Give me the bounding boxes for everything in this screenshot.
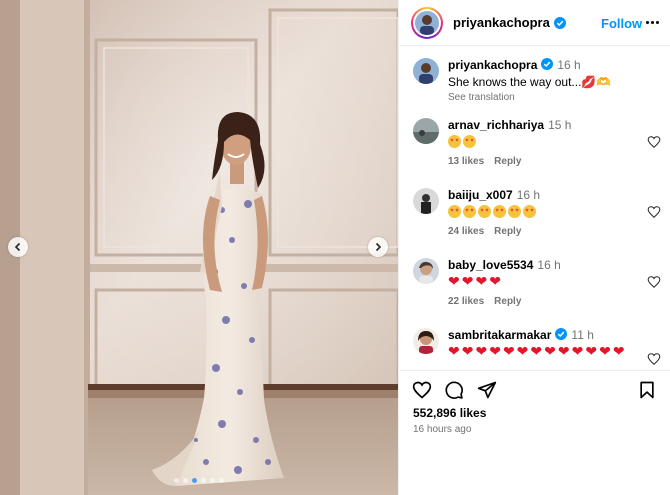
reply-button[interactable]: Reply — [494, 156, 521, 167]
heart-icon[interactable] — [647, 205, 661, 219]
post-timestamp: 16 hours ago — [413, 424, 472, 435]
comment-text: ❤ ❤ ❤ ❤ — [448, 274, 653, 290]
post-actions: 552,896 likes 16 hours ago — [399, 370, 670, 495]
author-username[interactable]: priyankachopra — [453, 15, 550, 30]
carousel-dot — [183, 478, 188, 483]
carousel-next-button[interactable] — [368, 237, 388, 257]
carousel-dot — [210, 478, 215, 483]
post-photo[interactable] — [0, 0, 398, 495]
follow-button[interactable]: Follow — [601, 16, 642, 31]
red-heart-emoji: ❤ — [461, 343, 474, 359]
commenter-avatar[interactable] — [413, 118, 439, 144]
red-heart-emoji: ❤ — [489, 343, 501, 359]
caption-username[interactable]: priyankachopra — [448, 58, 537, 72]
comment-text — [448, 134, 653, 150]
comment-likes[interactable]: 13 likes — [448, 156, 484, 167]
red-heart-emoji: ❤ — [599, 343, 611, 359]
red-heart-emoji: ❤ — [530, 343, 543, 359]
more-icon — [646, 20, 649, 24]
star-struck-emoji — [508, 205, 521, 218]
likes-count[interactable]: 552,896 likes — [413, 406, 486, 420]
heart-icon[interactable] — [647, 135, 661, 149]
avatar-image — [415, 10, 439, 35]
carousel-dot — [201, 478, 206, 483]
red-heart-emoji: ❤ — [612, 343, 625, 359]
red-heart-emoji: ❤ — [475, 273, 488, 289]
instagram-post-modal: priyankachopra Follow priyankachopra 16 h — [0, 0, 670, 495]
red-heart-emoji: ❤ — [461, 273, 474, 289]
comment-time: 16 h — [516, 188, 541, 202]
share-icon[interactable] — [477, 380, 497, 400]
verified-icon — [555, 328, 568, 340]
like-heart-icon[interactable] — [412, 380, 432, 400]
commenter-avatar[interactable] — [413, 188, 439, 214]
comments-list[interactable]: priyankachopra 16 h She knows the way out… — [399, 46, 670, 370]
comment-username[interactable]: arnav_richhariya — [448, 118, 544, 132]
carousel-dot — [219, 478, 224, 483]
comment-username[interactable]: sambritakarmakar — [448, 328, 551, 342]
comment-time: 15 h — [548, 118, 572, 132]
red-heart-emoji: ❤ — [571, 343, 584, 359]
verified-icon — [541, 58, 554, 70]
more-icon-dot — [651, 20, 654, 24]
carousel-indicator — [0, 478, 398, 483]
caption-text: She knows the way out...💋🫶 — [448, 75, 612, 89]
star-struck-emoji — [463, 205, 476, 218]
comment-text: ❤ ❤ ❤ ❤ ❤ ❤ ❤ ❤ ❤ ❤ ❤ ❤ ❤ — [448, 344, 653, 360]
comment-username[interactable]: baiiju_x007 — [448, 188, 513, 202]
star-struck-emoji — [463, 135, 476, 148]
comment-text — [448, 204, 653, 220]
comment-username[interactable]: baby_love5534 — [448, 258, 533, 272]
reply-button[interactable]: Reply — [494, 226, 521, 237]
star-struck-emoji — [523, 205, 536, 218]
red-heart-emoji: ❤ — [448, 343, 460, 359]
comment-likes[interactable]: 24 likes — [448, 226, 484, 237]
comment-likes[interactable]: 22 likes — [448, 296, 484, 307]
reply-button[interactable]: Reply — [494, 296, 521, 307]
heart-icon[interactable] — [647, 275, 661, 289]
comment-icon[interactable] — [444, 380, 464, 400]
post-side-panel: priyankachopra Follow priyankachopra 16 h — [398, 0, 670, 495]
photo-scene — [0, 0, 398, 495]
post-header: priyankachopra Follow — [399, 0, 670, 46]
chevron-left-icon — [14, 242, 21, 252]
red-heart-emoji: ❤ — [489, 273, 501, 289]
star-struck-emoji — [493, 205, 506, 218]
commenter-avatar[interactable] — [413, 328, 439, 354]
carousel-dot — [192, 478, 197, 483]
more-icon-dot — [656, 20, 659, 24]
red-heart-emoji: ❤ — [502, 343, 515, 359]
more-options-button[interactable] — [646, 15, 662, 29]
red-heart-emoji: ❤ — [516, 343, 529, 359]
red-heart-emoji: ❤ — [557, 343, 570, 359]
carousel-prev-button[interactable] — [8, 237, 28, 257]
see-translation-link[interactable]: See translation — [448, 92, 653, 103]
star-struck-emoji — [448, 135, 461, 148]
chevron-right-icon — [375, 242, 382, 252]
star-struck-emoji — [478, 205, 491, 218]
comment-time: 16 h — [537, 258, 561, 272]
author-avatar-small[interactable] — [413, 58, 439, 84]
red-heart-emoji: ❤ — [448, 273, 460, 289]
red-heart-emoji: ❤ — [544, 343, 556, 359]
commenter-avatar[interactable] — [413, 258, 439, 284]
red-heart-emoji: ❤ — [475, 343, 488, 359]
caption-time: 16 h — [557, 58, 581, 72]
star-struck-emoji — [448, 205, 461, 218]
bookmark-icon[interactable] — [637, 380, 657, 400]
red-heart-emoji: ❤ — [585, 343, 598, 359]
verified-icon — [553, 16, 566, 29]
carousel-dot — [174, 478, 179, 483]
comment-time: 11 h — [571, 328, 594, 342]
author-avatar[interactable] — [411, 6, 443, 39]
heart-icon[interactable] — [647, 352, 661, 366]
